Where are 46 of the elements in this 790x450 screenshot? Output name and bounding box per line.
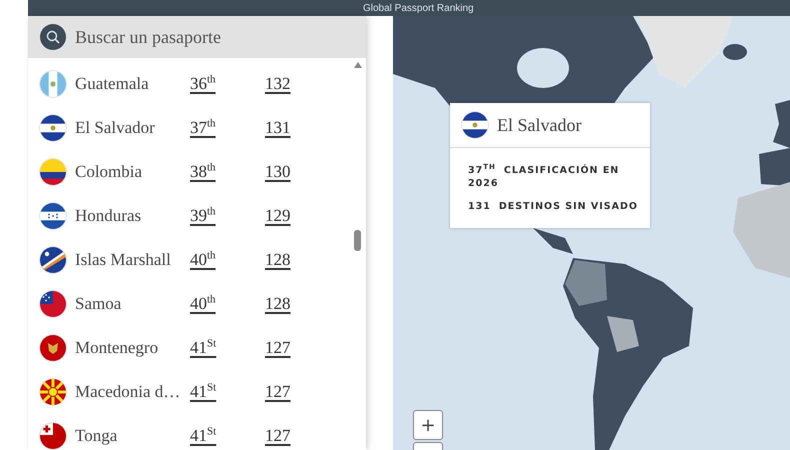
destinations-link[interactable]: 131: [265, 118, 290, 137]
country-name: Honduras: [75, 206, 142, 226]
country-name: Macedonia d…: [75, 382, 182, 402]
destinations-link[interactable]: 128: [265, 294, 290, 313]
flag-icon: [40, 159, 66, 185]
search-icon: [40, 24, 66, 50]
flag-icon: [462, 112, 488, 138]
country-name: El Salvador: [75, 118, 156, 138]
rank-link[interactable]: 37$^{th}$: [190, 118, 216, 137]
destinations-link[interactable]: 132: [265, 74, 290, 93]
header-title: Global Passport Ranking: [363, 2, 474, 14]
rank-link[interactable]: 39$^{th}$: [190, 206, 216, 225]
search-input[interactable]: Buscar un pasaporte: [75, 26, 335, 48]
destinations-link[interactable]: 127: [265, 338, 290, 357]
tooltip-title: El Salvador: [497, 114, 582, 136]
country-name: Tonga: [75, 426, 118, 446]
destinations-link[interactable]: 128: [265, 250, 290, 269]
zoom-in-button[interactable]: +: [413, 410, 443, 440]
destinations-link[interactable]: 129: [265, 206, 290, 225]
country-name: Guatemala: [75, 74, 150, 94]
flag-icon: [40, 379, 66, 405]
country-name: Colombia: [75, 162, 144, 182]
search-field[interactable]: Buscar un pasaporte: [28, 16, 366, 58]
flag-icon: [40, 247, 66, 273]
flag-icon: [40, 203, 66, 229]
rank-link[interactable]: 41$^{St}$: [190, 426, 216, 445]
flag-icon: [40, 291, 66, 317]
rank-link[interactable]: 41$^{St}$: [190, 382, 216, 401]
stat-text: 37$^{TH}$ CLASIFICACIÓN EN 2026: [468, 164, 620, 190]
country-name: Samoa: [75, 294, 122, 314]
flag-icon: [40, 335, 66, 361]
stat-text: 131 DESTINOS SIN VISADO: [468, 200, 638, 213]
rank-link[interactable]: 36$^{th}$: [190, 74, 216, 93]
destinations-link[interactable]: 127: [265, 382, 290, 401]
rank-link[interactable]: 41$^{St}$: [190, 338, 216, 357]
destinations-link[interactable]: 130: [265, 162, 290, 181]
scroll-up-icon[interactable]: [354, 62, 362, 68]
country-name: Montenegro: [75, 338, 160, 358]
rank-link[interactable]: 38$^{th}$: [190, 162, 216, 181]
scrollbar-thumb[interactable]: [354, 230, 361, 251]
flag-icon: [40, 115, 66, 141]
rank-link[interactable]: 40$^{th}$: [190, 250, 216, 269]
destinations-link[interactable]: 127: [265, 426, 290, 445]
country-name: Islas Marshall: [75, 250, 172, 270]
flag-icon: [40, 71, 66, 97]
rank-link[interactable]: 40$^{th}$: [190, 294, 216, 313]
